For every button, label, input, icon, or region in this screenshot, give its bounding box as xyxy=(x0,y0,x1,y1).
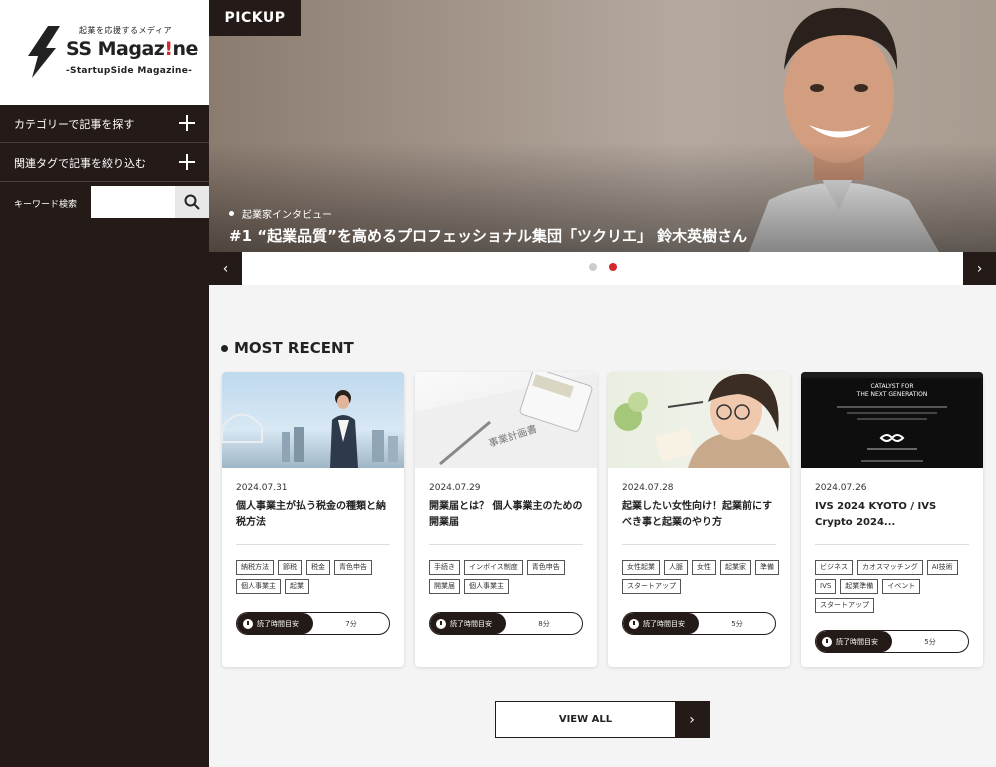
sidebar: 起業を応援するメディア SS Magaz!ne -StartupSide Mag… xyxy=(0,0,209,767)
article-thumbnail xyxy=(608,372,790,468)
logo-subtitle: -StartupSide Magazine- xyxy=(66,66,193,76)
article-title[interactable]: 個人事業主が払う税金の種類と納税方法 xyxy=(236,499,392,531)
tag[interactable]: 女性 xyxy=(692,560,716,575)
article-card[interactable]: 事業計画書 2024.07.29 開業届とは？ 個人事業主のための開業届 手続き… xyxy=(415,372,597,667)
bullet-icon xyxy=(229,211,234,216)
tag-list: 女性起業 人脈 女性 起業家 準備 スタートアップ xyxy=(622,560,782,594)
article-card[interactable]: 2024.07.31 個人事業主が払う税金の種類と納税方法 納税方法 節税 税金… xyxy=(222,372,404,667)
tag[interactable]: 個人事業主 xyxy=(236,579,281,594)
article-card[interactable]: CATALYST FOR THE NEXT GENERATION 2024.07… xyxy=(801,372,983,667)
read-time-pill: 読了時間目安 5分 xyxy=(622,612,776,635)
logo-mark-icon xyxy=(28,26,60,78)
slider-next-button[interactable]: › xyxy=(963,252,996,285)
chevron-right-icon: › xyxy=(976,260,983,277)
tag[interactable]: ビジネス xyxy=(815,560,853,575)
tag[interactable]: 起業 xyxy=(285,579,309,594)
read-time-value: 5分 xyxy=(731,619,743,628)
read-time-label: 読了時間目安 xyxy=(430,613,506,634)
tag[interactable]: 手続き xyxy=(429,560,460,575)
tag[interactable]: インボイス制度 xyxy=(464,560,523,575)
clock-icon xyxy=(822,636,832,647)
logo-tagline: 起業を応援するメディア xyxy=(79,26,172,35)
article-date: 2024.07.28 xyxy=(622,483,674,493)
tag[interactable]: 起業準備 xyxy=(840,579,879,594)
tag[interactable]: 人脈 xyxy=(664,560,688,575)
tag-filter-label: 関連タグで記事を絞り込む xyxy=(14,156,146,170)
article-date: 2024.07.29 xyxy=(429,483,481,493)
logo-title: SS Magaz!ne xyxy=(66,38,198,60)
view-all-label: VIEW ALL xyxy=(558,714,613,725)
read-time-pill: 読了時間目安 5分 xyxy=(815,630,969,653)
tag[interactable]: 女性起業 xyxy=(622,560,660,575)
clock-icon xyxy=(436,618,446,629)
article-thumbnail: CATALYST FOR THE NEXT GENERATION xyxy=(801,372,983,468)
slide-dot-1[interactable] xyxy=(589,263,597,271)
tag-list: 手続き インボイス制度 青色申告 開業届 個人事業主 xyxy=(429,560,589,594)
site-logo[interactable]: 起業を応援するメディア SS Magaz!ne -StartupSide Mag… xyxy=(0,0,209,105)
tag-list: ビジネス カオスマッチング AI技術 IVS 起業準備 イベント スタートアップ xyxy=(815,560,975,613)
read-time-value: 8分 xyxy=(538,619,550,628)
read-time-label: 読了時間目安 xyxy=(623,613,699,634)
pickup-title[interactable]: #1 “起業品質”を高めるプロフェッショナル集団「ツクリエ」 鈴木英樹さん xyxy=(229,225,747,246)
plus-icon xyxy=(177,113,197,133)
article-title[interactable]: IVS 2024 KYOTO / IVS Crypto 2024... xyxy=(815,499,971,531)
tag-filter-toggle[interactable]: 関連タグで記事を絞り込む xyxy=(0,144,209,182)
chevron-left-icon: ‹ xyxy=(222,260,229,277)
tag[interactable]: AI技術 xyxy=(926,560,958,575)
tag[interactable]: スタートアップ xyxy=(815,598,874,613)
divider xyxy=(236,544,390,545)
pickup-badge: PICKUP xyxy=(209,0,301,36)
most-recent-heading: MOST RECENT xyxy=(221,339,354,357)
chevron-right-icon: › xyxy=(675,702,709,737)
thumb-text-line1: CATALYST FOR xyxy=(870,383,913,390)
read-time-pill: 読了時間目安 8分 xyxy=(429,612,583,635)
bullet-icon xyxy=(221,344,228,352)
read-time-value: 5分 xyxy=(924,637,936,646)
read-time-label: 読了時間目安 xyxy=(816,631,892,652)
read-time-label: 読了時間目安 xyxy=(237,613,313,634)
article-card[interactable]: 2024.07.28 起業したい女性向け！起業前にすべき事と起業のやり方 女性起… xyxy=(608,372,790,667)
divider xyxy=(429,544,583,545)
tag[interactable]: IVS xyxy=(815,579,837,594)
article-thumbnail xyxy=(222,372,404,468)
clock-icon xyxy=(243,618,253,629)
tag[interactable]: 起業家 xyxy=(720,560,751,575)
thumb-text-line2: THE NEXT GENERATION xyxy=(856,391,928,398)
article-date: 2024.07.31 xyxy=(236,483,288,493)
slider-prev-button[interactable]: ‹ xyxy=(209,252,242,285)
tag[interactable]: 開業届 xyxy=(429,579,460,594)
tag[interactable]: スタートアップ xyxy=(622,579,681,594)
pickup-slide[interactable]: PICKUP 起業家インタビュー #1 “起業品質”を高めるプロフェッショナル集… xyxy=(209,0,996,252)
search-icon xyxy=(184,194,200,210)
category-search-label: カテゴリーで記事を探す xyxy=(14,117,135,131)
keyword-search-label: キーワード検索 xyxy=(14,200,78,210)
search-button[interactable] xyxy=(175,186,209,218)
read-time-value: 7分 xyxy=(345,619,357,628)
divider xyxy=(815,544,969,545)
article-date: 2024.07.26 xyxy=(815,483,867,493)
pickup-category[interactable]: 起業家インタビュー xyxy=(229,206,332,221)
read-time-pill: 読了時間目安 7分 xyxy=(236,612,390,635)
category-search-toggle[interactable]: カテゴリーで記事を探す xyxy=(0,105,209,143)
article-title[interactable]: 起業したい女性向け！起業前にすべき事と起業のやり方 xyxy=(622,499,778,531)
tag[interactable]: 節税 xyxy=(278,560,302,575)
tag[interactable]: 青色申告 xyxy=(526,560,565,575)
tag[interactable]: 準備 xyxy=(755,560,779,575)
view-all-button[interactable]: VIEW ALL › xyxy=(495,701,710,738)
keyword-search-input[interactable] xyxy=(91,186,175,218)
divider xyxy=(622,544,776,545)
plus-icon xyxy=(177,152,197,172)
tag[interactable]: 個人事業主 xyxy=(464,579,509,594)
tag[interactable]: イベント xyxy=(882,579,921,594)
clock-icon xyxy=(629,618,639,629)
article-title[interactable]: 開業届とは？ 個人事業主のための開業届 xyxy=(429,499,585,531)
tag[interactable]: カオスマッチング xyxy=(857,560,923,575)
tag[interactable]: 青色申告 xyxy=(334,560,372,575)
slider-controls: ‹ › xyxy=(209,252,996,285)
slide-dot-2[interactable] xyxy=(609,263,617,271)
tag-list: 納税方法 節税 税金 青色申告 個人事業主 起業 xyxy=(236,560,396,594)
tag[interactable]: 税金 xyxy=(306,560,330,575)
tag[interactable]: 納税方法 xyxy=(236,560,274,575)
article-thumbnail: 事業計画書 xyxy=(415,372,597,468)
